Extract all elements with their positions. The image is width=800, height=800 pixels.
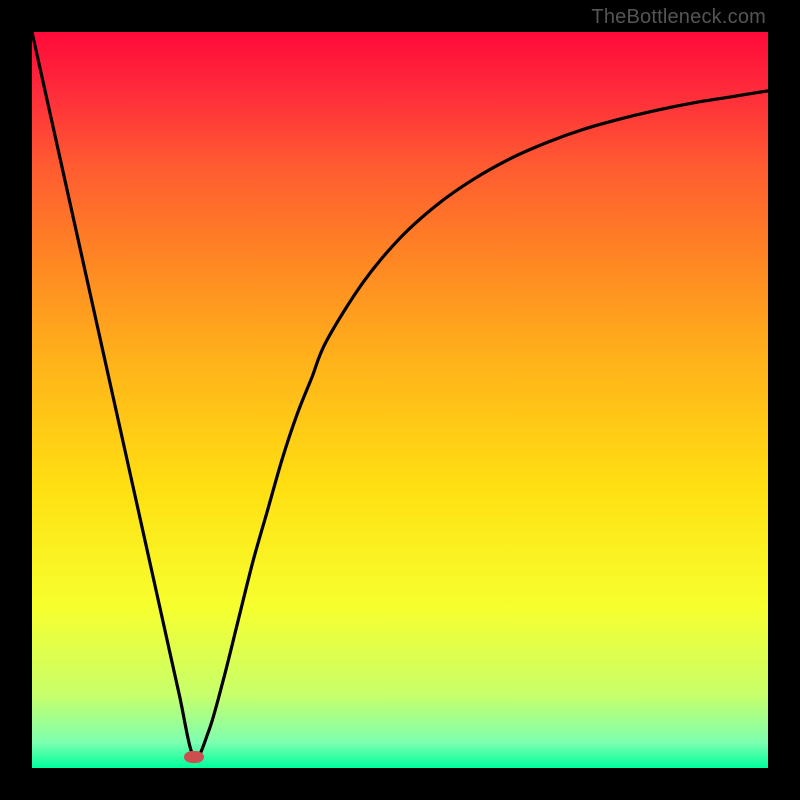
watermark-text: TheBottleneck.com	[591, 6, 766, 29]
minimum-marker	[184, 751, 204, 763]
plot-frame	[32, 32, 768, 768]
plot-svg	[32, 32, 768, 768]
gradient-background	[32, 32, 768, 768]
